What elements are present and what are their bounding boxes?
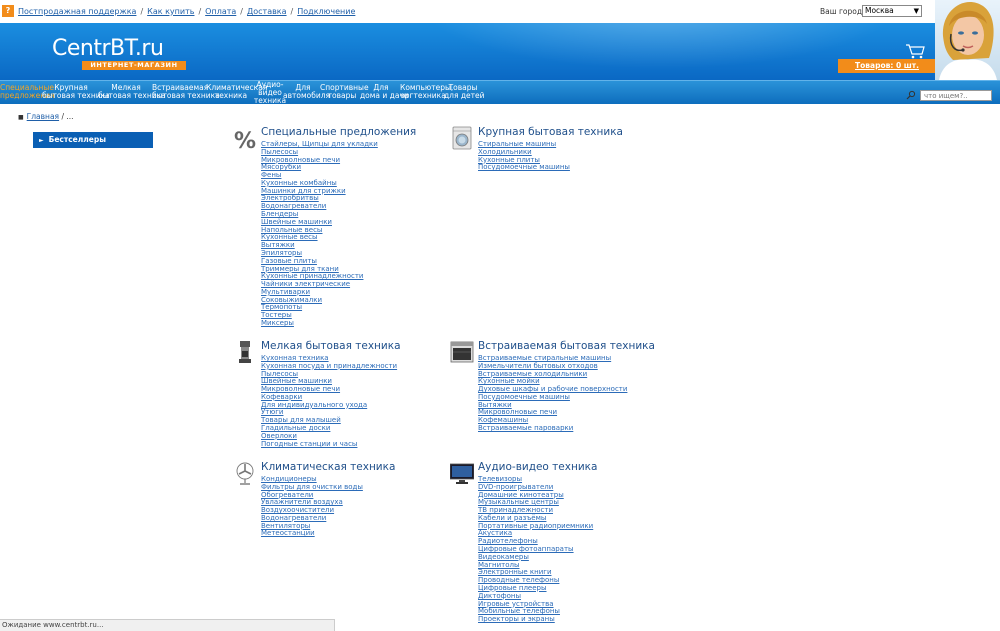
nav-sports[interactable]: Спортивные товары <box>320 84 369 100</box>
category-title[interactable]: Аудио-видео техника <box>478 461 597 473</box>
list-item[interactable]: Погодные станции и часы <box>261 440 397 449</box>
nav-built-in-appliances[interactable]: Встраиваемая бытовая техника <box>152 84 220 100</box>
tv-icon <box>450 463 474 484</box>
category-title[interactable]: Мелкая бытовая техника <box>261 340 401 352</box>
svg-text:%: % <box>234 129 256 150</box>
city-label: Ваш город: <box>820 7 865 16</box>
list-item[interactable]: Посудомоечные машины <box>478 164 570 172</box>
arrow-right-icon: ► <box>39 137 44 144</box>
nav-kids[interactable]: Товары для детей <box>444 84 485 100</box>
list-item[interactable]: Встраиваемые пароварки <box>478 424 627 433</box>
nav-home-garden[interactable]: Для дома и дачи <box>360 84 409 100</box>
washing-machine-icon <box>452 126 472 150</box>
bullet-icon: ■ <box>18 114 24 121</box>
top-bar: ? Постпродажная поддержка / Как купить / Опл… <box>0 0 1000 23</box>
main-nav: Специальные предложения Крупная бытовая … <box>0 80 1000 105</box>
category-links: Стиральные машины Холодильники Кухонные … <box>478 140 570 172</box>
category-links: Телевизоры DVD-проигрыватели Домашние ки… <box>478 475 593 624</box>
category-links: Кухонная техника Кухонная посуда и прина… <box>261 354 397 449</box>
search-icon[interactable] <box>906 90 916 100</box>
category-links: Кондиционеры Фильтры для очистки воды Об… <box>261 475 363 538</box>
top-links: Постпродажная поддержка / Как купить / Оплат… <box>18 7 356 16</box>
breadcrumb-home[interactable]: Главная <box>27 112 59 121</box>
nav-audio-video[interactable]: Аудио- видео техника <box>253 81 287 105</box>
search-input[interactable] <box>920 90 992 101</box>
logo-main: CentrBT.ru <box>52 36 164 61</box>
site-logo[interactable]: CentrBT.ru ИНТЕРНЕТ-МАГАЗИН <box>52 36 192 76</box>
nav-small-appliances[interactable]: Мелкая бытовая техника <box>98 84 166 100</box>
nav-special-offers[interactable]: Специальные предложения <box>0 84 55 100</box>
nav-large-appliances[interactable]: Крупная бытовая техника <box>42 84 110 100</box>
list-item[interactable]: Метеостанции <box>261 530 363 538</box>
category-title[interactable]: Климатическая техника <box>261 461 395 473</box>
dropdown-arrow-icon: ▼ <box>913 7 919 15</box>
city-select[interactable]: Москва ▼ <box>862 5 922 17</box>
support-operator-image <box>935 0 1000 80</box>
category-title[interactable]: Крупная бытовая техника <box>478 126 623 138</box>
breadcrumb-tail: / ... <box>59 112 74 121</box>
fan-icon <box>236 462 254 485</box>
nav-climate[interactable]: Климатическая техника <box>206 84 267 100</box>
browser-status-bar: Ожидание www.centrbt.ru... <box>0 619 335 631</box>
link-delivery[interactable]: Доставка <box>247 7 287 16</box>
category-links: Стайлеры, Щипцы для укладки Пылесосы Мик… <box>261 140 378 328</box>
nav-auto[interactable]: Для автомобиля <box>283 84 330 100</box>
operator-illustration <box>939 1 997 80</box>
category-links: Встраиваемые стиральные машины Измельчит… <box>478 354 627 433</box>
nav-computers[interactable]: Компьютеры, оргтехника <box>400 84 453 100</box>
cart-icon[interactable] <box>905 43 925 59</box>
breadcrumb: ■ Главная / ... <box>18 112 74 121</box>
cart-counter[interactable]: Товаров: 0 шт. <box>838 59 936 73</box>
logo-sub: ИНТЕРНЕТ-МАГАЗИН <box>82 61 186 70</box>
category-title[interactable]: Встраиваемая бытовая техника <box>478 340 655 352</box>
list-item[interactable]: Миксеры <box>261 319 378 328</box>
link-payment[interactable]: Оплата <box>205 7 236 16</box>
list-item[interactable]: Проекторы и экраны <box>478 615 593 624</box>
link-connection[interactable]: Подключение <box>297 7 355 16</box>
oven-icon <box>450 341 474 363</box>
bestsellers-button[interactable]: ► Бестселлеры <box>33 132 153 148</box>
link-support[interactable]: Постпродажная поддержка <box>18 7 136 16</box>
help-icon[interactable]: ? <box>2 5 14 17</box>
category-title[interactable]: Специальные предложения <box>261 126 416 138</box>
coffee-maker-icon <box>239 341 251 363</box>
link-how-to-buy[interactable]: Как купить <box>147 7 194 16</box>
percent-icon: % <box>234 129 256 150</box>
